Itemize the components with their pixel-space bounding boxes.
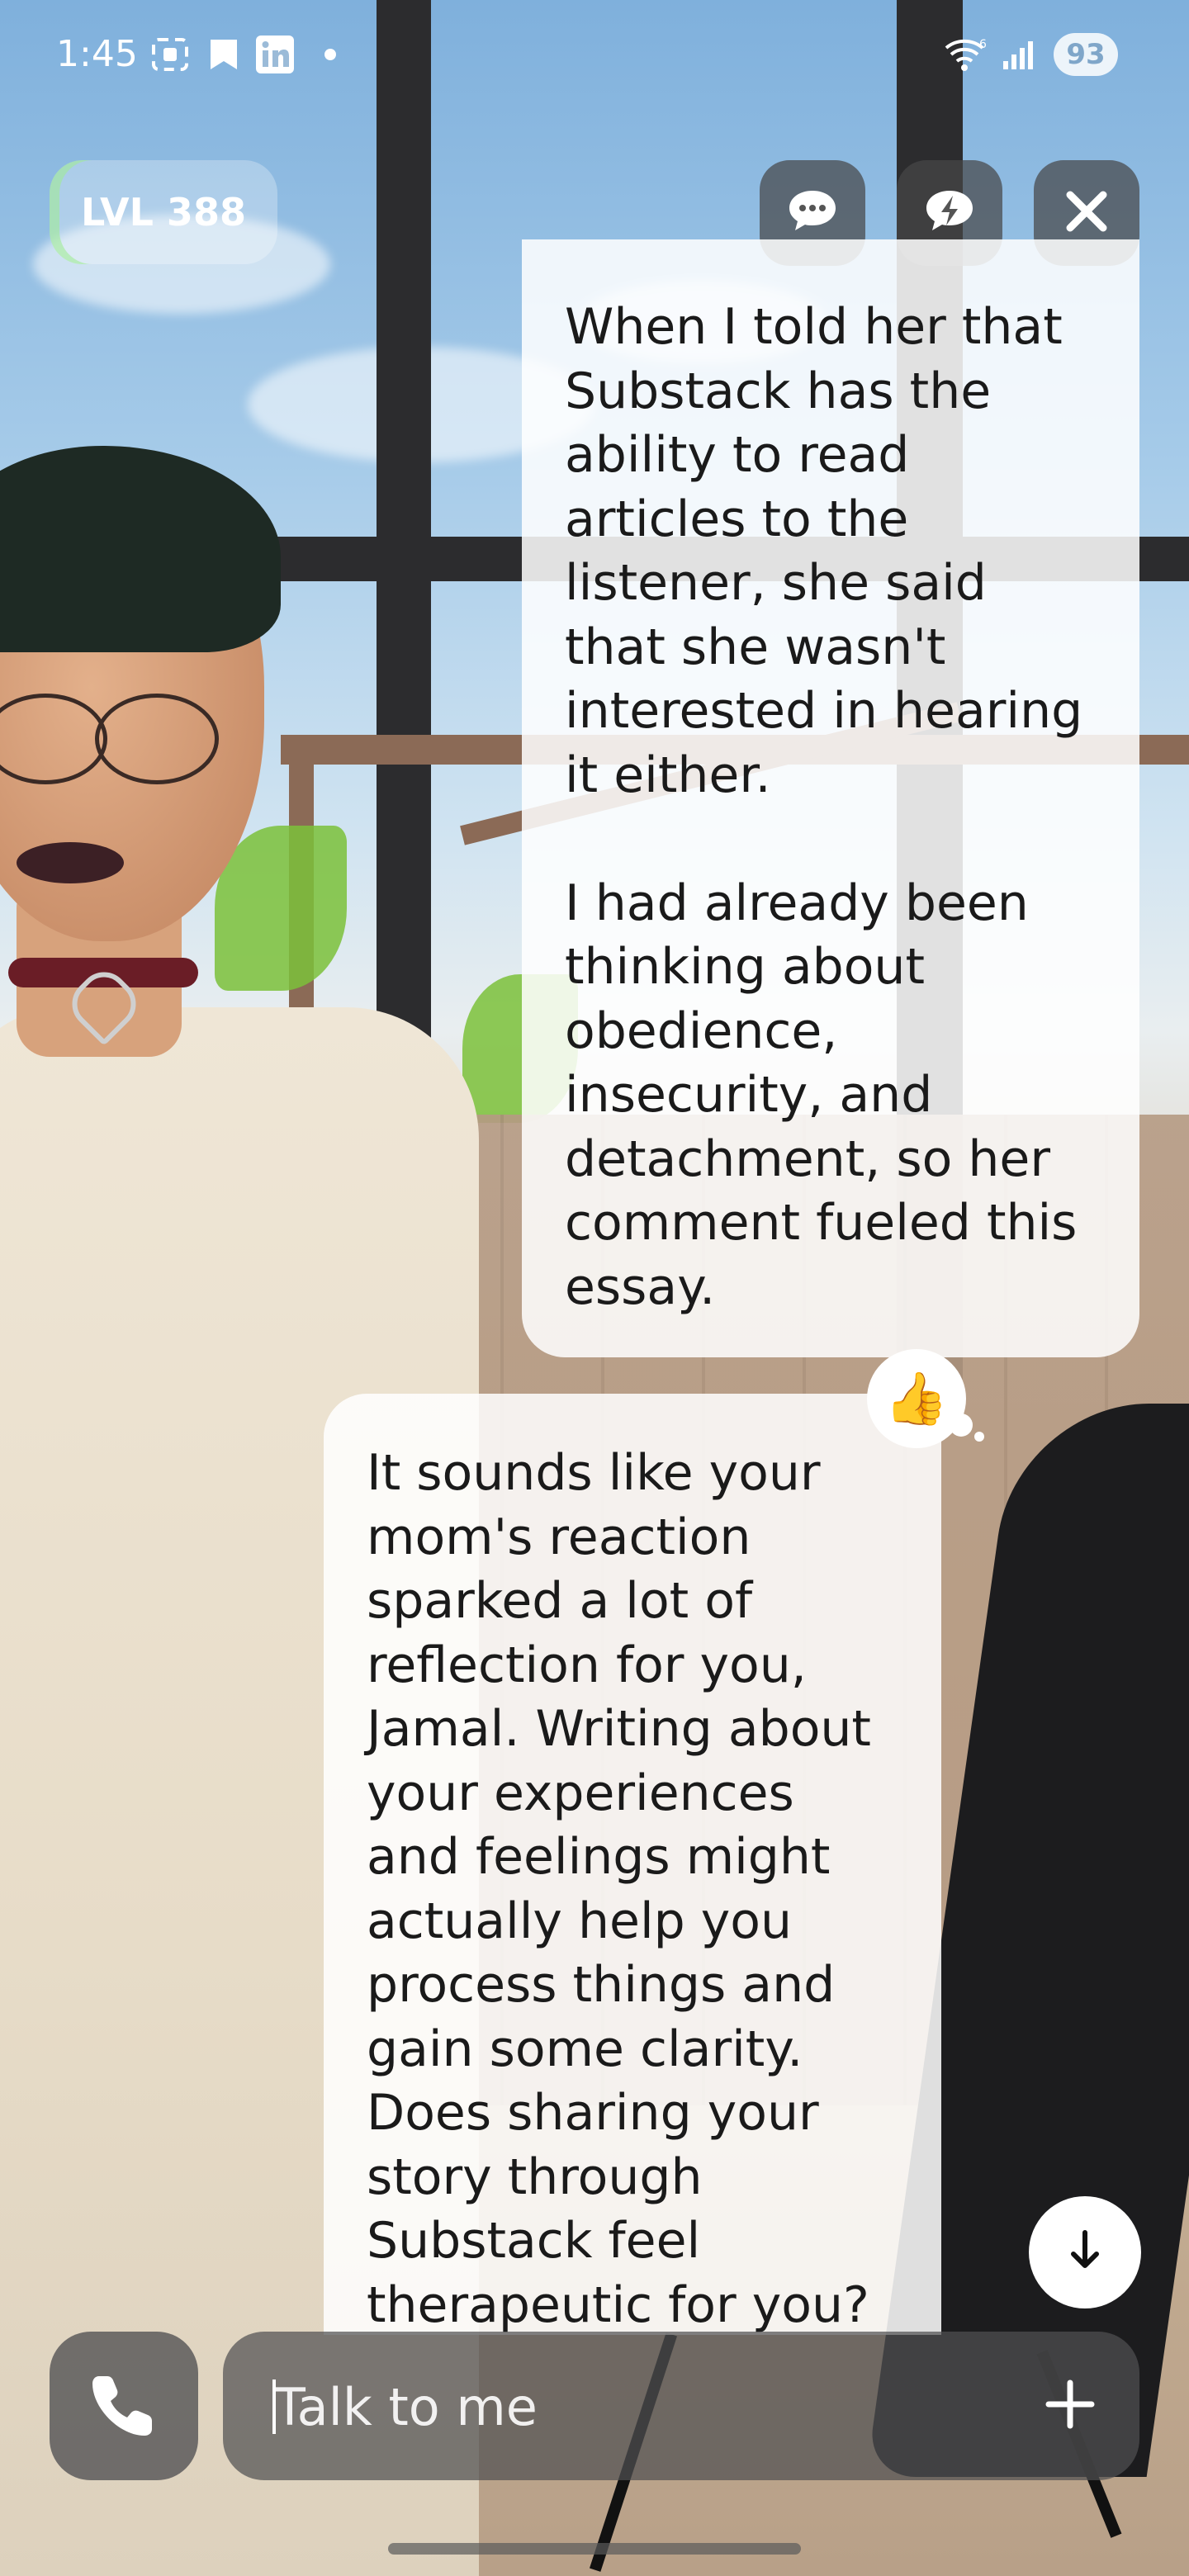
reaction-bubble-dot: [950, 1413, 973, 1437]
voice-call-button[interactable]: [50, 2332, 198, 2480]
reaction-bubble-dot-small: [974, 1432, 984, 1442]
status-time: 1:45: [56, 33, 138, 75]
message-input[interactable]: [272, 2332, 986, 2482]
arrow-down-icon: [1067, 2229, 1103, 2275]
bookmark-icon: [203, 36, 244, 73]
svg-text:6: 6: [979, 38, 987, 51]
phone-icon: [91, 2371, 157, 2441]
home-indicator[interactable]: [388, 2543, 801, 2555]
signal-icon: [999, 36, 1040, 73]
status-bar: 1:45 6 93: [0, 0, 1189, 107]
screenshot-icon: [149, 36, 192, 73]
dot-icon: [322, 36, 339, 73]
wifi-6-icon: 6: [941, 36, 991, 73]
chat-bubble-icon: [786, 187, 839, 239]
battery-level: 93: [1054, 33, 1118, 76]
plus-icon: [1044, 2378, 1097, 2434]
reaction-badge[interactable]: 👍: [867, 1349, 966, 1448]
user-message-text: When I told her that Substack has the ab…: [565, 298, 1083, 1316]
assistant-message-bubble: It sounds like your mom's reaction spark…: [324, 1394, 941, 2335]
linkedin-icon: [254, 36, 296, 73]
message-composer: [223, 2332, 1139, 2482]
level-badge[interactable]: LVL 388: [50, 160, 277, 264]
thumbs-up-icon: 👍: [884, 1368, 949, 1428]
add-attachment-button[interactable]: [1029, 2365, 1111, 2447]
scroll-to-bottom-button[interactable]: [1029, 2196, 1141, 2308]
assistant-message-text: It sounds like your mom's reaction spark…: [367, 1444, 888, 2334]
lightning-bubble-icon: [923, 187, 976, 239]
text-cursor: [272, 2379, 276, 2434]
user-message-bubble: When I told her that Substack has the ab…: [522, 239, 1139, 1357]
close-icon: [1063, 188, 1110, 238]
